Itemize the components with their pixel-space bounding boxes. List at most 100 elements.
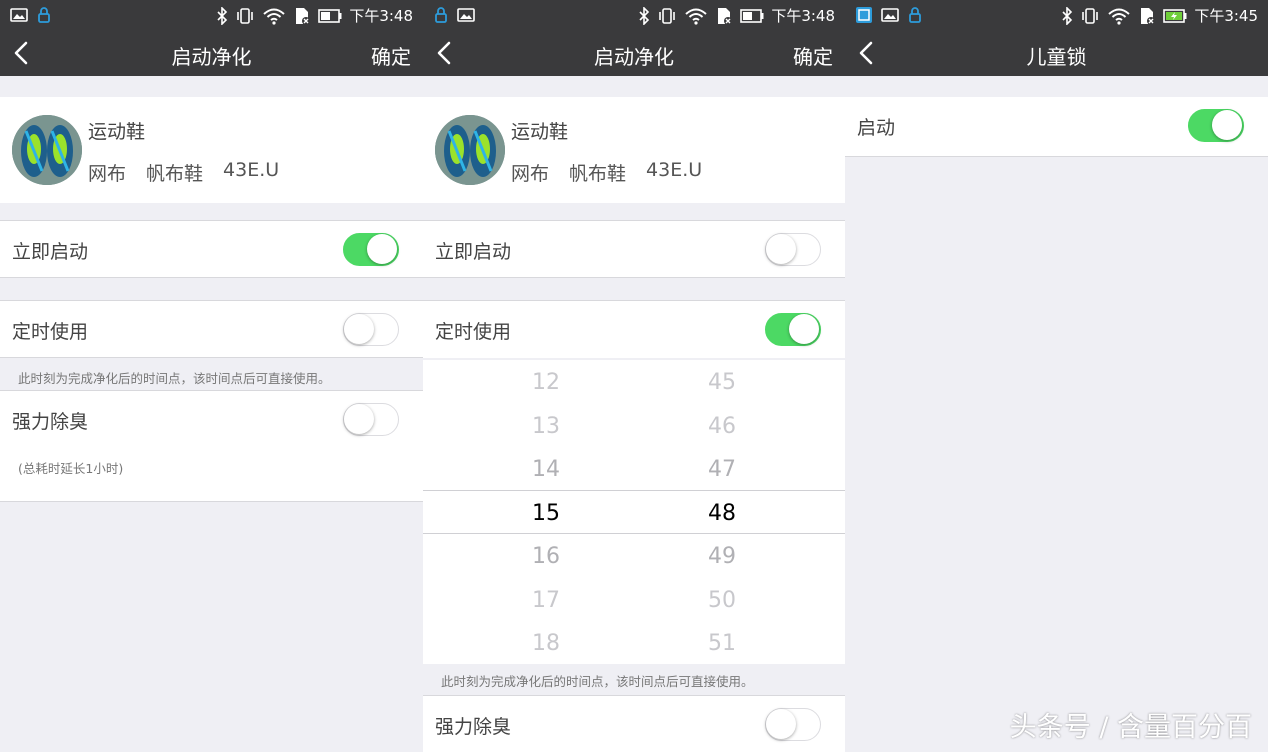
- picker-selected-value[interactable]: 48: [682, 501, 762, 526]
- product-tags: 网布 帆布鞋 43E.U: [511, 159, 702, 186]
- picker-option[interactable]: 46: [682, 414, 762, 439]
- clock-text: 下午3:48: [349, 7, 413, 25]
- picker-option[interactable]: 14: [506, 457, 586, 482]
- nav-bar: 启动净化 确定: [0, 30, 423, 76]
- lock-icon: [909, 7, 921, 23]
- picker-option[interactable]: 49: [682, 544, 762, 569]
- sim-off-icon: [1141, 7, 1156, 25]
- start-now-row: 立即启动: [0, 220, 423, 278]
- page-title: 儿童锁: [1026, 45, 1087, 69]
- toggle-knob: [789, 314, 819, 344]
- timer-toggle[interactable]: [343, 313, 399, 346]
- battery-icon: [318, 8, 342, 23]
- toggle-knob: [367, 234, 397, 264]
- battery-icon: [740, 8, 764, 23]
- product-tag: 43E.U: [223, 159, 280, 181]
- wifi-icon: [685, 8, 707, 25]
- picker-option[interactable]: 45: [682, 370, 762, 395]
- toggle-knob: [766, 709, 796, 739]
- deodorize-note: (总耗时延长1小时): [18, 461, 124, 476]
- gallery-icon: [881, 8, 899, 22]
- vibrate-icon: [1082, 7, 1099, 24]
- bluetooth-icon: [1062, 6, 1073, 25]
- picker-option[interactable]: 12: [506, 370, 586, 395]
- screen-purify-timer: 下午3:48 启动净化 确定 运动鞋 网布 帆布鞋 43E.U 立即启动 定时使…: [423, 0, 845, 752]
- time-picker[interactable]: 12 13 14 15 16 17 18 45 46 47 48 49 50 51: [423, 360, 845, 664]
- product-name: 运动鞋: [88, 121, 146, 143]
- deodorize-note-area: (总耗时延长1小时): [0, 448, 423, 502]
- product-tag: 帆布鞋: [146, 163, 204, 185]
- child-lock-enable-row: 启动: [845, 97, 1268, 157]
- confirm-button[interactable]: 确定: [793, 41, 833, 70]
- screen-child-lock: 下午3:45 儿童锁 启动 头条号 / 含量百分百: [845, 0, 1268, 752]
- toggle-knob: [344, 404, 374, 434]
- start-now-toggle[interactable]: [343, 233, 399, 266]
- bluetooth-icon: [639, 6, 650, 25]
- product-tags: 网布 帆布鞋 43E.U: [88, 159, 279, 186]
- toggle-knob: [344, 314, 374, 344]
- timer-label: 定时使用: [435, 321, 512, 343]
- screen-purify-start-now: 下午3:48 启动净化 确定 运动鞋 网布 帆布鞋 43E.U 立即启动 定时使…: [0, 0, 423, 752]
- bluetooth-icon: [217, 6, 228, 25]
- wifi-icon: [1108, 8, 1130, 25]
- start-now-label: 立即启动: [435, 241, 512, 263]
- start-now-label: 立即启动: [12, 241, 89, 263]
- deodorize-label: 强力除臭: [435, 716, 512, 738]
- toggle-knob: [766, 234, 796, 264]
- start-now-row: 立即启动: [423, 220, 845, 278]
- lock-icon: [38, 7, 50, 23]
- product-tag: 43E.U: [646, 159, 703, 181]
- deodorize-toggle[interactable]: [765, 708, 821, 741]
- page-title: 启动净化: [594, 45, 674, 69]
- vibrate-icon: [237, 7, 254, 24]
- timer-label: 定时使用: [12, 321, 89, 343]
- timer-note: 此时刻为完成净化后的时间点，该时间点后可直接使用。: [441, 674, 754, 689]
- wifi-icon: [263, 8, 285, 25]
- deodorize-toggle[interactable]: [343, 403, 399, 436]
- gallery-icon: [457, 8, 475, 22]
- product-tag: 帆布鞋: [569, 163, 627, 185]
- picker-option[interactable]: 50: [682, 588, 762, 613]
- lock-icon: [435, 7, 447, 23]
- nav-bar: 儿童锁: [845, 30, 1268, 76]
- confirm-button[interactable]: 确定: [371, 41, 411, 70]
- nav-bar: 启动净化 确定: [423, 30, 845, 76]
- product-tag: 网布: [88, 163, 127, 185]
- picker-option[interactable]: 17: [506, 588, 586, 613]
- page-title: 启动净化: [171, 45, 252, 69]
- picker-option[interactable]: 16: [506, 544, 586, 569]
- shoe-photo-avatar: [12, 115, 82, 185]
- sim-off-icon: [296, 7, 311, 25]
- picker-option[interactable]: 13: [506, 414, 586, 439]
- deodorize-label: 强力除臭: [12, 411, 89, 433]
- gallery-icon: [10, 8, 28, 22]
- picker-selected-value[interactable]: 15: [506, 501, 586, 526]
- shoe-photo-avatar: [435, 115, 505, 185]
- product-name: 运动鞋: [511, 121, 569, 143]
- timer-note: 此时刻为完成净化后的时间点，该时间点后可直接使用。: [18, 371, 331, 386]
- clock-text: 下午3:45: [1194, 7, 1258, 25]
- enable-label: 启动: [857, 117, 896, 139]
- product-card: 运动鞋 网布 帆布鞋 43E.U: [0, 97, 423, 203]
- app-notification-icon: [856, 7, 872, 23]
- product-card: 运动鞋 网布 帆布鞋 43E.U: [423, 97, 845, 203]
- status-bar: 下午3:48: [0, 0, 423, 30]
- picker-selection-band: [423, 490, 845, 534]
- deodorize-row: 强力除臭: [423, 695, 845, 752]
- toggle-knob: [1212, 110, 1242, 140]
- battery-charging-icon: [1163, 8, 1187, 23]
- clock-text: 下午3:48: [771, 7, 835, 25]
- child-lock-toggle[interactable]: [1188, 109, 1244, 142]
- start-now-toggle[interactable]: [765, 233, 821, 266]
- status-bar: 下午3:48: [423, 0, 845, 30]
- status-bar: 下午3:45: [845, 0, 1268, 30]
- picker-option[interactable]: 51: [682, 631, 762, 656]
- timer-row: 定时使用: [0, 300, 423, 358]
- timer-toggle[interactable]: [765, 313, 821, 346]
- picker-option[interactable]: 47: [682, 457, 762, 482]
- timer-row: 定时使用: [423, 300, 845, 358]
- picker-option[interactable]: 18: [506, 631, 586, 656]
- product-tag: 网布: [511, 163, 550, 185]
- watermark-text: 头条号 / 含量百分百: [1009, 712, 1252, 743]
- deodorize-row: 强力除臭: [0, 390, 423, 448]
